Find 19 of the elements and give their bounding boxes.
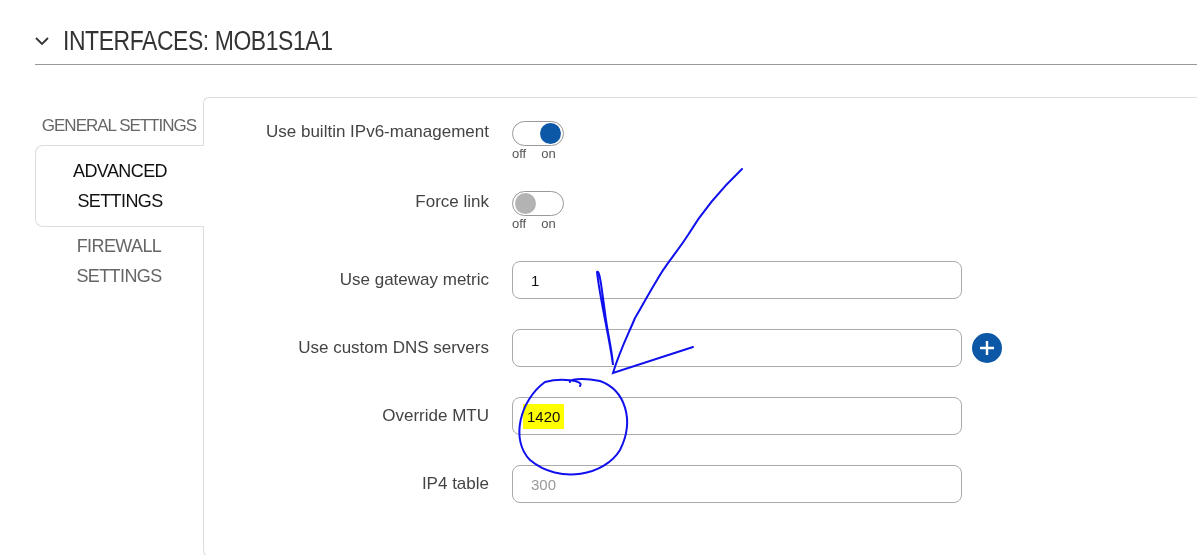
settings-tab[interactable]: FIREWALL SETTINGS	[35, 227, 203, 295]
add-icon[interactable]	[972, 333, 1002, 363]
off-label: off	[512, 216, 527, 231]
settings-tab[interactable]: GENERAL SETTINGS	[35, 107, 203, 145]
on-label: on	[541, 216, 556, 231]
field-label: Use custom DNS servers	[297, 338, 490, 358]
field-label: Force link	[414, 192, 490, 212]
chevron-icon[interactable]	[35, 36, 49, 46]
input-field[interactable]: 1	[512, 261, 962, 299]
on-label: on	[541, 146, 556, 161]
field-label: Override MTU	[381, 406, 490, 426]
section-title: INTERFACES: MOB1S1A1	[63, 25, 333, 57]
field-label: Use builtin IPv6-management	[265, 122, 490, 142]
input-field[interactable]: 1420	[512, 397, 962, 435]
settings-tab[interactable]: ADVANCED SETTINGS	[35, 145, 204, 227]
off-label: off	[512, 146, 527, 161]
input-field[interactable]	[512, 329, 962, 367]
field-label: Use gateway metric	[338, 270, 490, 290]
field-label: IP4 table	[420, 474, 490, 494]
